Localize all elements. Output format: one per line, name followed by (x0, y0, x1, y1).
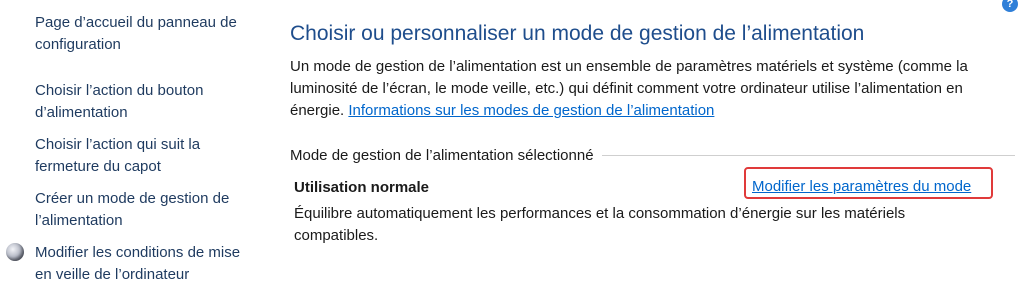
sidebar: Page d’accueil du panneau de configurati… (0, 0, 270, 298)
section-label: Mode de gestion de l’alimentation sélect… (290, 146, 594, 164)
sidebar-item-power-button-action[interactable]: Choisir l’action du bouton d’alimentatio… (35, 80, 257, 124)
sidebar-item-sleep-settings[interactable]: Modifier les conditions de mise en veill… (35, 242, 257, 286)
plan-description: Équilibre automatiquement les performanc… (294, 205, 906, 244)
section-divider (601, 154, 1015, 156)
plan-name: Utilisation normale (294, 179, 430, 196)
sidebar-item-lid-close-action[interactable]: Choisir l’action qui suit la fermeture d… (35, 134, 257, 178)
description: Un mode de gestion de l’alimentation est… (290, 56, 1005, 122)
sidebar-item-control-panel-home[interactable]: Page d’accueil du panneau de configurati… (35, 12, 257, 56)
sidebar-item-create-power-plan[interactable]: Créer un mode de gestion de l’alimentati… (35, 188, 257, 232)
moon-icon (6, 243, 24, 261)
page-title: Choisir ou personnaliser un mode de gest… (290, 22, 865, 45)
section-header: Mode de gestion de l’alimentation sélect… (290, 144, 1015, 166)
info-link[interactable]: Informations sur les modes de gestion de… (348, 102, 714, 119)
modify-plan-settings-link[interactable]: Modifier les paramètres du mode (752, 176, 971, 198)
main-content: Choisir ou personnaliser un mode de gest… (290, 0, 1015, 298)
